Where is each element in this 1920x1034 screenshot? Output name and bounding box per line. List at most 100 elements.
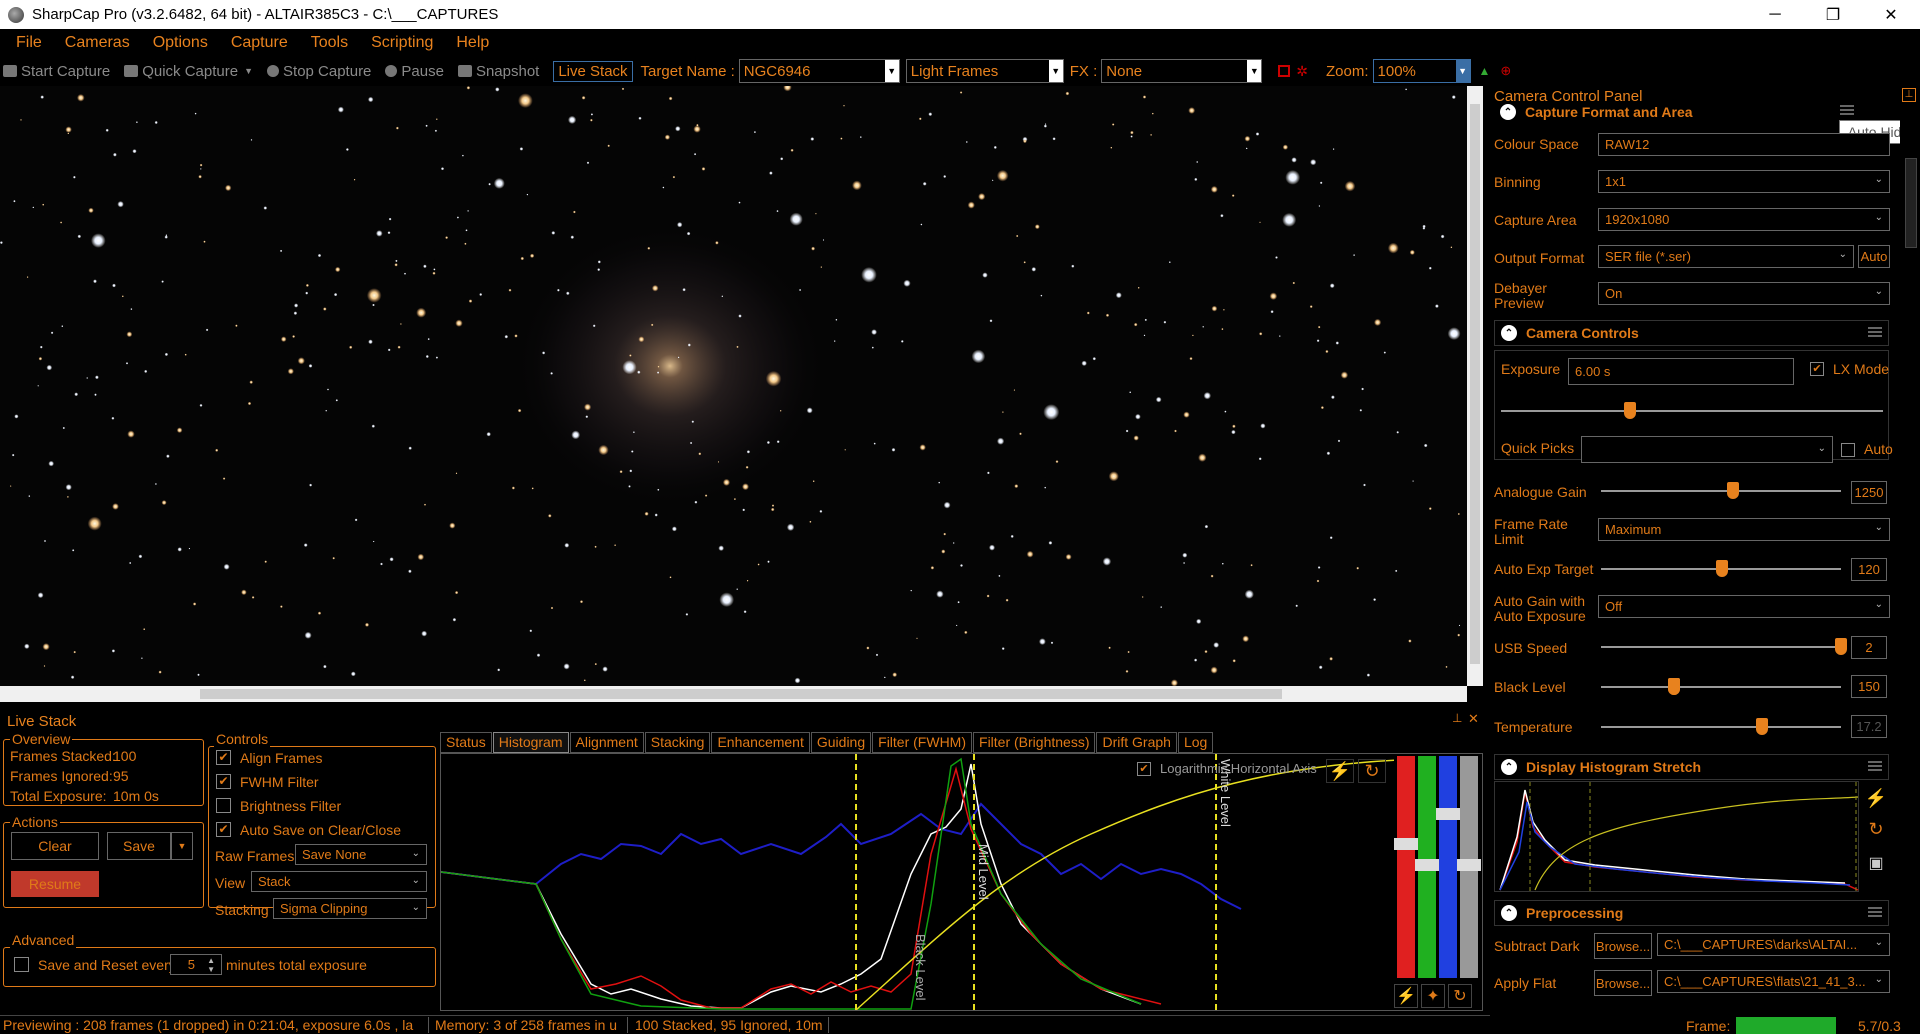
red-slider-knob[interactable] — [1394, 838, 1418, 850]
tab-log[interactable]: Log — [1177, 732, 1214, 753]
preprocessing-header[interactable]: ⌃ Preprocessing — [1494, 900, 1889, 926]
menu-icon[interactable] — [1868, 761, 1882, 771]
close-icon[interactable]: ✕ — [1468, 711, 1479, 727]
dark-file-select[interactable]: C:\___CAPTURES\darks\ALTAI... ⌄ — [1657, 933, 1890, 956]
minutes-stepper[interactable]: 5 ▲ ▼ — [170, 954, 222, 975]
menu-icon[interactable] — [1868, 907, 1882, 917]
menu-scripting[interactable]: Scripting — [371, 34, 433, 52]
collapse-icon[interactable]: ⌃ — [1500, 104, 1516, 120]
frame-rate-limit-select[interactable]: Maximum ⌄ — [1598, 518, 1890, 541]
tab-histogram[interactable]: Histogram — [492, 732, 569, 753]
star-icon[interactable]: ✦ — [1421, 984, 1445, 1008]
capture-area-select[interactable]: 1920x1080 ⌄ — [1598, 208, 1890, 231]
camera-controls-header[interactable]: ⌃ Camera Controls — [1494, 320, 1889, 346]
tab-filter-brightness[interactable]: Filter (Brightness) — [973, 732, 1096, 753]
auto-hide-pin-icon[interactable]: ⊥ — [1902, 88, 1916, 102]
resume-button[interactable]: Resume — [11, 871, 99, 897]
output-auto-button[interactable]: Auto — [1858, 245, 1890, 268]
browse-flat-button[interactable]: Browse... — [1594, 970, 1652, 996]
reset-icon[interactable]: ↻ — [1358, 759, 1386, 783]
green-slider-knob[interactable] — [1415, 859, 1439, 871]
tab-drift-graph[interactable]: Drift Graph — [1096, 732, 1177, 753]
menu-capture[interactable]: Capture — [231, 34, 288, 52]
flat-file-select[interactable]: C:\___CAPTURES\flats\21_41_3... ⌄ — [1657, 970, 1890, 993]
menu-options[interactable]: Options — [153, 34, 208, 52]
fwhm-filter-checkbox[interactable]: ✔ — [216, 774, 231, 789]
menu-icon[interactable] — [1840, 105, 1854, 115]
tab-guiding[interactable]: Guiding — [810, 732, 872, 753]
raw-frames-select[interactable]: Save None ⌄ — [295, 844, 427, 865]
stepper-arrows-icon[interactable]: ▲ ▼ — [207, 956, 215, 974]
lx-mode-checkbox[interactable]: ✔ — [1810, 362, 1824, 376]
blue-slider-knob[interactable] — [1436, 808, 1460, 820]
exposure-input[interactable]: 6.00 s — [1568, 358, 1794, 385]
stacking-select[interactable]: Sigma Clipping ⌄ — [273, 898, 427, 919]
tab-alignment[interactable]: Alignment — [569, 732, 644, 753]
image-viewer[interactable] — [0, 86, 1467, 686]
tab-stacking[interactable]: Stacking — [644, 732, 711, 753]
capture-format-header[interactable]: ⌃ Capture Format and Area — [1494, 99, 1889, 125]
zoom-tool-icon[interactable]: ⊕ — [1500, 63, 1511, 79]
menu-icon[interactable] — [1868, 327, 1882, 337]
align-frames-checkbox[interactable]: ✔ — [216, 750, 231, 765]
quick-capture-button[interactable]: Quick Capture ▼ — [124, 63, 253, 80]
auto-exp-target-slider[interactable] — [1601, 560, 1841, 577]
menu-cameras[interactable]: Cameras — [65, 34, 130, 52]
quick-picks-select[interactable]: ⌄ — [1581, 436, 1833, 463]
reset-stretch-icon[interactable]: ↻ — [1863, 816, 1889, 842]
binning-select[interactable]: 1x1 ⌄ — [1598, 170, 1890, 193]
tab-enhancement[interactable]: Enhancement — [711, 732, 810, 753]
restore-button[interactable]: ❐ — [1804, 0, 1862, 29]
histogram-panel[interactable]: Black Level Mid Level White Level ✔ Loga… — [440, 753, 1483, 1011]
collapse-icon[interactable]: ⌃ — [1501, 759, 1517, 775]
debayer-preview-select[interactable]: On ⌄ — [1598, 282, 1890, 305]
chevron-down-icon[interactable]: ▼ — [884, 60, 899, 82]
stop-capture-button[interactable]: Stop Capture — [267, 63, 371, 80]
menu-help[interactable]: Help — [456, 34, 489, 52]
reticle-icon[interactable] — [1278, 65, 1291, 77]
chevron-down-icon[interactable]: ▼ — [1247, 60, 1262, 82]
display-histogram-chart[interactable] — [1494, 781, 1859, 893]
analogue-gain-value[interactable]: 1250 — [1851, 481, 1887, 504]
pin-icon[interactable]: ⊥ — [1452, 711, 1462, 725]
viewer-vertical-scrollbar[interactable] — [1467, 86, 1483, 686]
usb-speed-slider[interactable] — [1601, 638, 1847, 655]
close-button[interactable]: ✕ — [1862, 0, 1920, 29]
reset-balance-icon[interactable]: ↻ — [1448, 984, 1472, 1008]
menu-file[interactable]: File — [16, 34, 42, 52]
quick-picks-auto-checkbox[interactable] — [1841, 443, 1855, 457]
color-balance-sliders[interactable] — [1394, 756, 1481, 978]
camera-panel-scrollbar[interactable] — [1900, 118, 1920, 1016]
analogue-gain-slider[interactable] — [1601, 482, 1841, 499]
start-capture-button[interactable]: Start Capture — [3, 63, 110, 80]
minimize-button[interactable]: ─ — [1746, 0, 1804, 29]
blue-slider-track[interactable] — [1439, 756, 1457, 978]
histogram-icon[interactable]: ▲ — [1479, 64, 1491, 78]
black-level-value[interactable]: 150 — [1851, 675, 1887, 698]
black-level-track[interactable] — [1601, 678, 1841, 695]
view-select[interactable]: Stack ⌄ — [251, 871, 427, 892]
auto-exp-target-value[interactable]: 120 — [1851, 558, 1887, 581]
tab-filter-fwhm[interactable]: Filter (FWHM) — [872, 732, 973, 753]
zoom-select[interactable]: 100% ▼ — [1372, 59, 1471, 83]
frame-type-select[interactable]: Light Frames ▼ — [905, 59, 1064, 83]
pause-button[interactable]: Pause — [385, 63, 444, 80]
target-name-input[interactable]: NGC6946 ▼ — [738, 59, 900, 83]
colour-space-select[interactable]: RAW12 — [1598, 133, 1890, 156]
live-stack-button[interactable]: Live Stack — [553, 60, 633, 82]
auto-stretch-icon[interactable]: ⚡ — [1863, 785, 1889, 811]
chevron-down-icon[interactable]: ▼ — [1048, 60, 1063, 82]
auto-save-checkbox[interactable]: ✔ — [216, 822, 231, 837]
viewer-horizontal-scrollbar[interactable] — [0, 686, 1467, 702]
chevron-down-icon[interactable]: ▼ — [1455, 60, 1470, 82]
auto-balance-icon[interactable]: ⚡ — [1394, 984, 1418, 1008]
menu-tools[interactable]: Tools — [311, 34, 348, 52]
auto-stretch-icon[interactable]: ⚡ — [1326, 759, 1354, 783]
browse-dark-button[interactable]: Browse... — [1594, 933, 1652, 959]
exposure-slider[interactable] — [1501, 402, 1883, 419]
collapse-icon[interactable]: ⌃ — [1501, 325, 1517, 341]
save-stretch-icon[interactable]: ▣ — [1863, 850, 1889, 876]
usb-speed-value[interactable]: 2 — [1851, 636, 1887, 659]
save-reset-checkbox[interactable] — [14, 957, 29, 972]
fx-select[interactable]: None ▼ — [1101, 59, 1263, 83]
